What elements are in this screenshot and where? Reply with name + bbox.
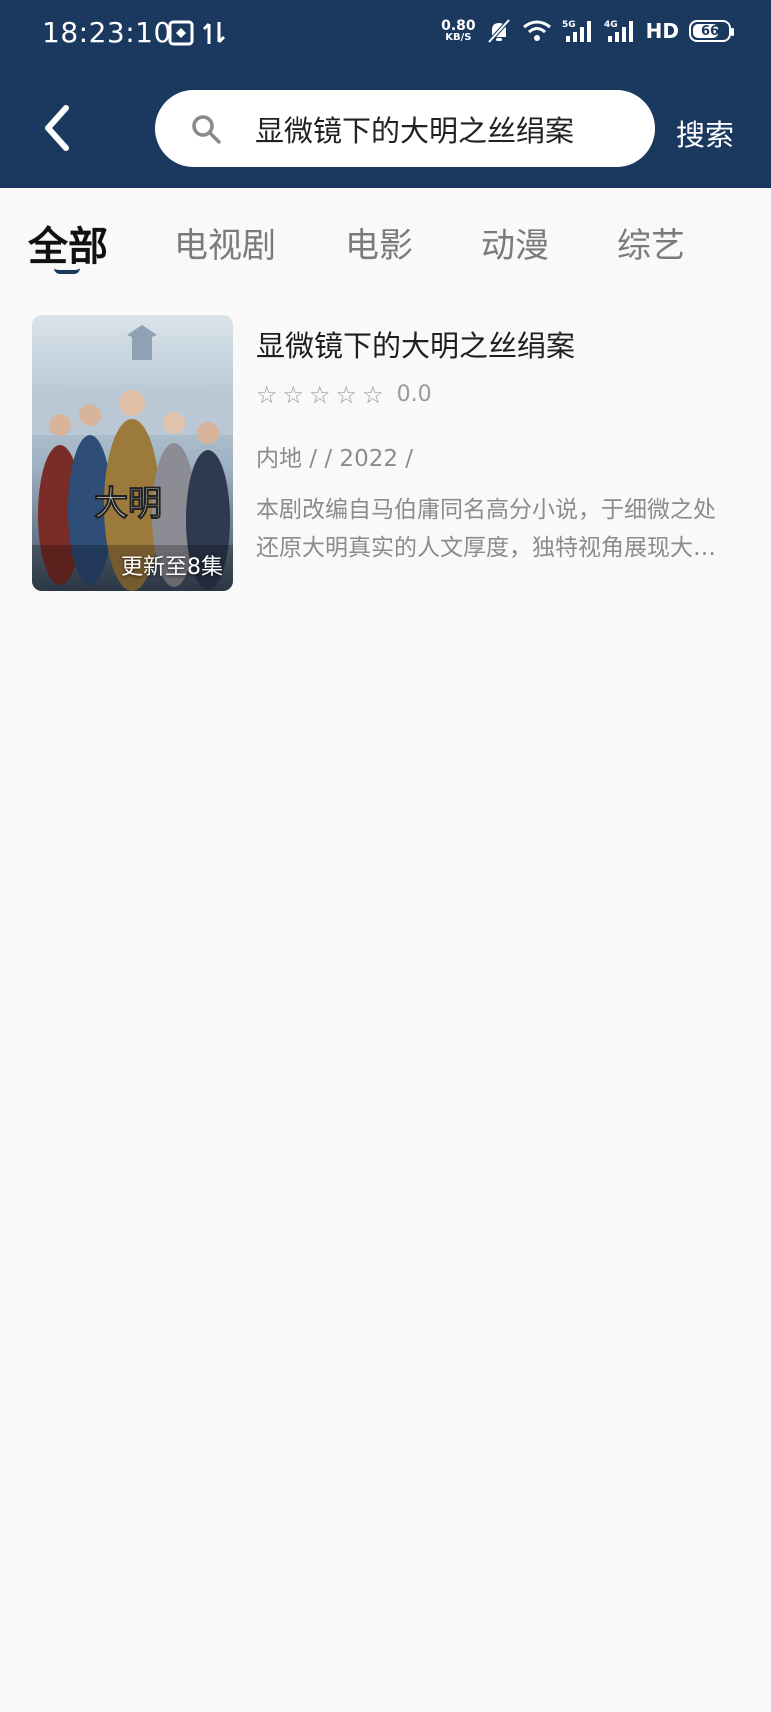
back-button[interactable] (36, 102, 84, 154)
search-icon (192, 115, 221, 144)
battery-level: 66 (700, 23, 720, 39)
chevron-left-icon (45, 105, 69, 151)
search-button[interactable]: 搜索 (676, 112, 734, 154)
search-result-item[interactable]: 大明 更新至8集 显微镜下的大明之丝绢案 ☆ ☆ ☆ ☆ ☆ 0.0 内地 / … (32, 315, 742, 591)
poster-image: 大明 更新至8集 (32, 315, 233, 591)
hd-label: HD (645, 19, 679, 43)
poster-title: 大明 (94, 484, 162, 524)
signal-4g-label: 4G (604, 20, 618, 30)
network-speed: 0.80 KB/S (441, 19, 476, 43)
episode-badge: 更新至8集 (121, 555, 223, 580)
wifi-icon (522, 20, 551, 41)
tab-tv-series[interactable]: 电视剧 (174, 218, 276, 267)
signal-5g-icon: 5G (562, 20, 591, 42)
star-outline-icon: ☆ (335, 380, 358, 409)
result-title: 显微镜下的大明之丝绢案 (256, 329, 576, 363)
data-transfer-icon (202, 22, 226, 44)
status-bar: 18:23:10 0.80 KB/S 5G 4G HD 66 (0, 0, 771, 72)
search-input[interactable] (255, 104, 635, 154)
status-right-icons: 0.80 KB/S 5G 4G HD 66 (441, 18, 734, 44)
signal-5g-label: 5G (562, 20, 576, 30)
notification-app-icon (168, 20, 194, 46)
signal-4g-icon: 4G (604, 20, 633, 42)
category-tabs: 全部 电视剧 电影 动漫 综艺 (0, 188, 771, 280)
star-outline-icon: ☆ (256, 380, 278, 409)
star-outline-icon: ☆ (309, 380, 331, 409)
search-box[interactable] (155, 90, 655, 167)
result-description: 本剧改编自马伯庸同名高分小说，于细微之处还原大明真实的人文厚度，独特视角展现大明… (256, 497, 716, 561)
mute-bell-icon (487, 18, 511, 44)
status-time: 18:23:10 (42, 16, 172, 49)
tab-all[interactable]: 全部 (28, 214, 108, 272)
rating: ☆ ☆ ☆ ☆ ☆ 0.0 (256, 382, 432, 407)
status-left-icons (168, 20, 226, 46)
star-outline-icon: ☆ (282, 380, 305, 409)
rating-value: 0.0 (396, 382, 432, 407)
tab-variety[interactable]: 综艺 (617, 218, 685, 267)
result-meta: 内地 / / 2022 / (256, 446, 414, 472)
star-outline-icon: ☆ (362, 380, 384, 409)
battery-icon: 66 (689, 20, 734, 42)
app-header: 18:23:10 0.80 KB/S 5G 4G HD 66 显微镜下的大明之丝… (0, 0, 771, 188)
tab-active-indicator (54, 268, 80, 274)
network-speed-value: 0.80 (441, 18, 476, 34)
tab-movie[interactable]: 电影 (345, 218, 413, 267)
network-speed-unit: KB/S (445, 32, 472, 43)
tab-anime[interactable]: 动漫 (481, 218, 549, 267)
